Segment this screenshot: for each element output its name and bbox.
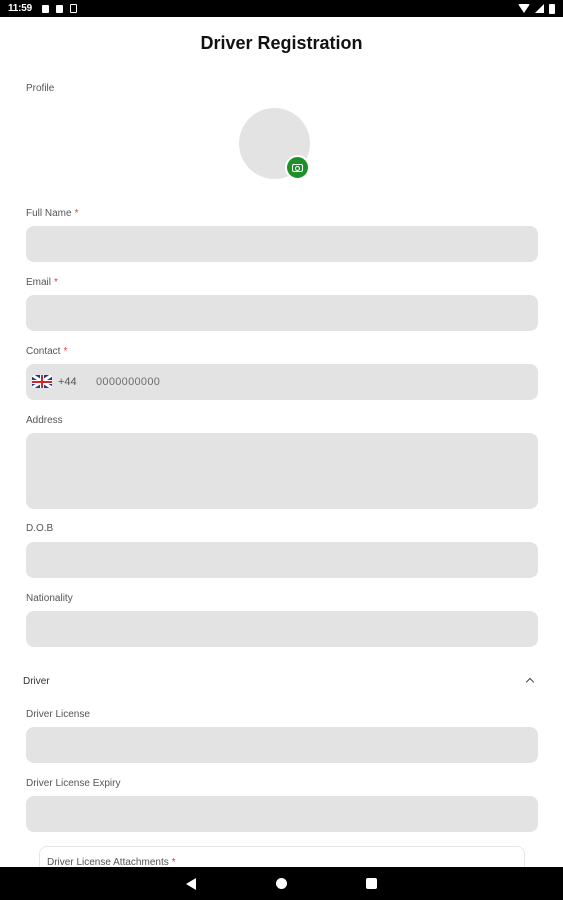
battery-saver-icon — [70, 4, 78, 13]
notification-icon — [42, 4, 50, 13]
full-name-label: Full Name * — [26, 208, 79, 219]
recents-icon[interactable] — [366, 878, 377, 889]
driver-license-expiry-label: Driver License Expiry — [26, 778, 121, 789]
address-label: Address — [26, 415, 63, 426]
nationality-label: Nationality — [26, 593, 73, 604]
battery-icon — [549, 3, 555, 14]
phone-number-input[interactable]: 0000000000 — [96, 376, 160, 388]
sd-card-icon — [56, 4, 64, 13]
nationality-field[interactable] — [26, 611, 538, 647]
uk-flag-icon[interactable] — [32, 375, 52, 388]
signal-icon — [535, 4, 544, 13]
driver-license-expiry-field[interactable] — [26, 796, 538, 832]
camera-icon — [292, 163, 303, 172]
full-name-field[interactable] — [26, 226, 538, 262]
wifi-icon — [518, 4, 530, 13]
driver-registration-screen: 11:59 Driver Registration Profile Full N… — [0, 0, 563, 900]
contact-label: Contact * — [26, 346, 68, 357]
page-title: Driver Registration — [200, 33, 363, 53]
email-field[interactable] — [26, 295, 538, 331]
required-mark: * — [63, 346, 68, 357]
home-icon[interactable] — [276, 878, 287, 889]
required-mark: * — [54, 277, 58, 288]
driver-section-title[interactable]: Driver — [23, 676, 50, 687]
email-label: Email * — [26, 277, 58, 288]
status-bar: 11:59 — [0, 0, 563, 17]
driver-license-field[interactable] — [26, 727, 538, 763]
back-icon[interactable] — [186, 878, 196, 890]
dob-label: D.O.B — [26, 523, 54, 534]
chevron-up-icon[interactable] — [525, 677, 535, 687]
change-photo-button[interactable] — [285, 155, 310, 180]
country-dial-code[interactable]: +44 — [58, 376, 77, 388]
dob-field[interactable] — [26, 542, 538, 578]
driver-license-label: Driver License — [26, 709, 90, 720]
status-time: 11:59 — [8, 3, 33, 14]
profile-label: Profile — [26, 83, 55, 94]
address-field[interactable] — [26, 433, 538, 509]
required-mark: * — [74, 208, 79, 219]
